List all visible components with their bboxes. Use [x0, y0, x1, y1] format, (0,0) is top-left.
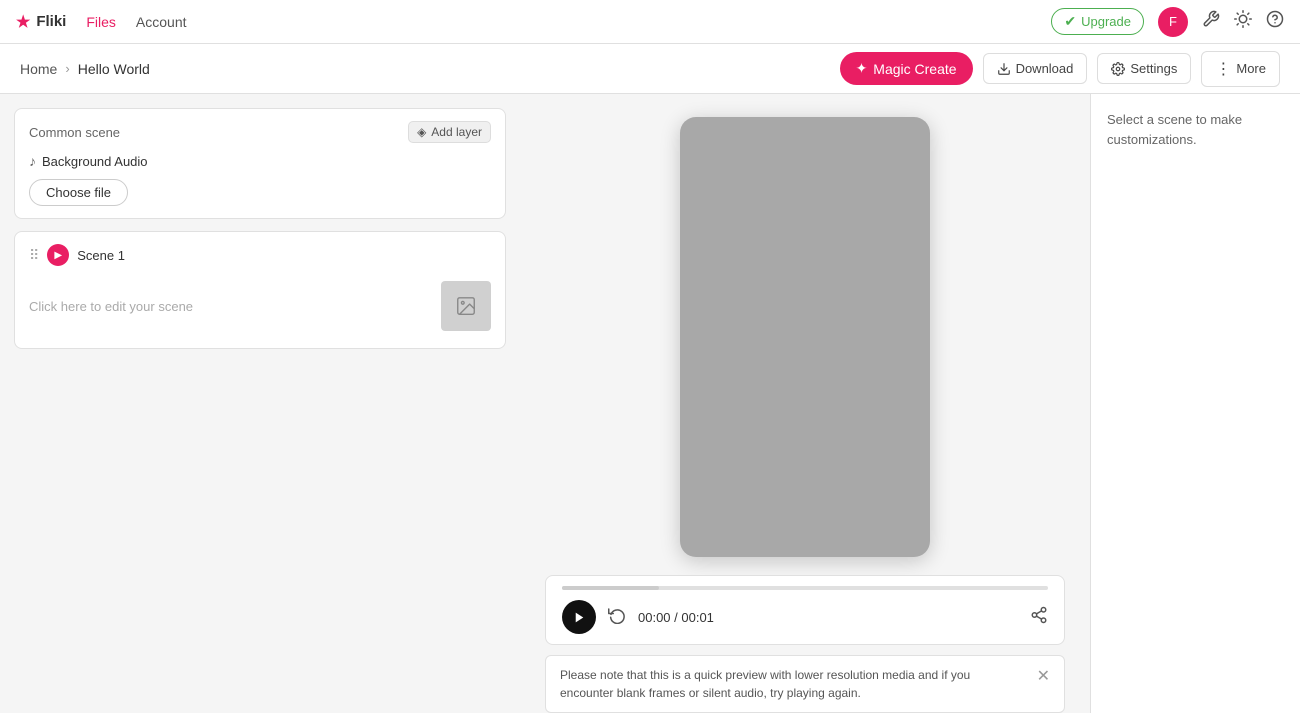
scene1-content: Click here to edit your scene: [29, 276, 491, 336]
add-layer-button[interactable]: ◈ Add layer: [408, 121, 491, 143]
theme-button[interactable]: [1234, 10, 1252, 33]
breadcrumb-actions: ✦ Magic Create Download Settings ⋮ More: [840, 51, 1280, 87]
logo-icon: ★: [16, 12, 30, 32]
play-button[interactable]: [562, 600, 596, 634]
tools-button[interactable]: [1202, 10, 1220, 33]
avatar[interactable]: F: [1158, 7, 1188, 37]
info-banner: Please note that this is a quick preview…: [545, 655, 1065, 713]
top-navigation: ★ Fliki Files Account ✔ Upgrade F: [0, 0, 1300, 44]
upgrade-icon: ✔: [1064, 13, 1076, 30]
app-name: Fliki: [36, 13, 66, 30]
scene1-title: Scene 1: [77, 248, 125, 263]
more-label: More: [1236, 61, 1266, 76]
nav-account[interactable]: Account: [136, 14, 187, 30]
player-progress-track[interactable]: [562, 586, 1048, 590]
main-layout: Common scene ◈ Add layer ♪ Background Au…: [0, 94, 1300, 713]
download-button[interactable]: Download: [983, 53, 1088, 84]
player-progress-fill: [562, 586, 659, 590]
left-panel: Common scene ◈ Add layer ♪ Background Au…: [0, 94, 520, 713]
nav-icons: ✔ Upgrade F: [1051, 7, 1284, 37]
breadcrumb-home[interactable]: Home: [20, 61, 57, 77]
banner-close-button[interactable]: ✕: [1037, 666, 1050, 686]
player-bar: 00:00 / 00:01: [545, 575, 1065, 645]
preview-area: [520, 108, 1090, 565]
scene1-placeholder: Click here to edit your scene: [29, 299, 193, 314]
info-banner-text: Please note that this is a quick preview…: [560, 666, 1027, 702]
time-display: 00:00 / 00:01: [638, 610, 1018, 625]
upgrade-button[interactable]: ✔ Upgrade: [1051, 8, 1144, 35]
scene1-thumbnail: [441, 281, 491, 331]
settings-button[interactable]: Settings: [1097, 53, 1191, 84]
nav-files[interactable]: Files: [86, 14, 116, 30]
add-layer-label: Add layer: [431, 125, 482, 139]
audio-icon: ♪: [29, 153, 36, 169]
scene1-card[interactable]: ⠿ ▶ Scene 1 Click here to edit your scen…: [14, 231, 506, 349]
choose-file-button[interactable]: Choose file: [29, 179, 128, 206]
magic-create-label: Magic Create: [873, 61, 956, 77]
common-scene-card: Common scene ◈ Add layer ♪ Background Au…: [14, 108, 506, 219]
right-panel: Select a scene to make customizations.: [1090, 94, 1300, 713]
replay-button[interactable]: [608, 606, 626, 629]
upgrade-label: Upgrade: [1081, 14, 1131, 29]
add-layer-icon: ◈: [417, 125, 426, 139]
common-scene-title: Common scene: [29, 125, 120, 140]
drag-handle-icon[interactable]: ⠿: [29, 247, 39, 264]
more-button[interactable]: ⋮ More: [1201, 51, 1280, 87]
audio-label: Background Audio: [42, 154, 148, 169]
center-panel: 00:00 / 00:01 Please note that this is a…: [520, 94, 1090, 713]
settings-label: Settings: [1130, 61, 1177, 76]
scene1-header: ⠿ ▶ Scene 1: [29, 244, 491, 266]
magic-create-button[interactable]: ✦ Magic Create: [840, 52, 973, 85]
help-button[interactable]: [1266, 10, 1284, 33]
scene1-play-icon[interactable]: ▶: [47, 244, 69, 266]
breadcrumb-bar: Home › Hello World ✦ Magic Create Downlo…: [0, 44, 1300, 94]
breadcrumb-current: Hello World: [78, 61, 150, 77]
magic-create-icon: ✦: [856, 60, 868, 77]
common-scene-header: Common scene ◈ Add layer: [29, 121, 491, 143]
player-controls: 00:00 / 00:01: [562, 600, 1048, 634]
audio-row: ♪ Background Audio: [29, 153, 491, 169]
more-icon: ⋮: [1215, 59, 1231, 79]
right-panel-hint: Select a scene to make customizations.: [1107, 112, 1242, 147]
share-button[interactable]: [1030, 606, 1048, 629]
preview-phone: [680, 117, 930, 557]
download-label: Download: [1016, 61, 1074, 76]
breadcrumb-separator: ›: [65, 61, 69, 76]
app-logo[interactable]: ★ Fliki: [16, 12, 66, 32]
